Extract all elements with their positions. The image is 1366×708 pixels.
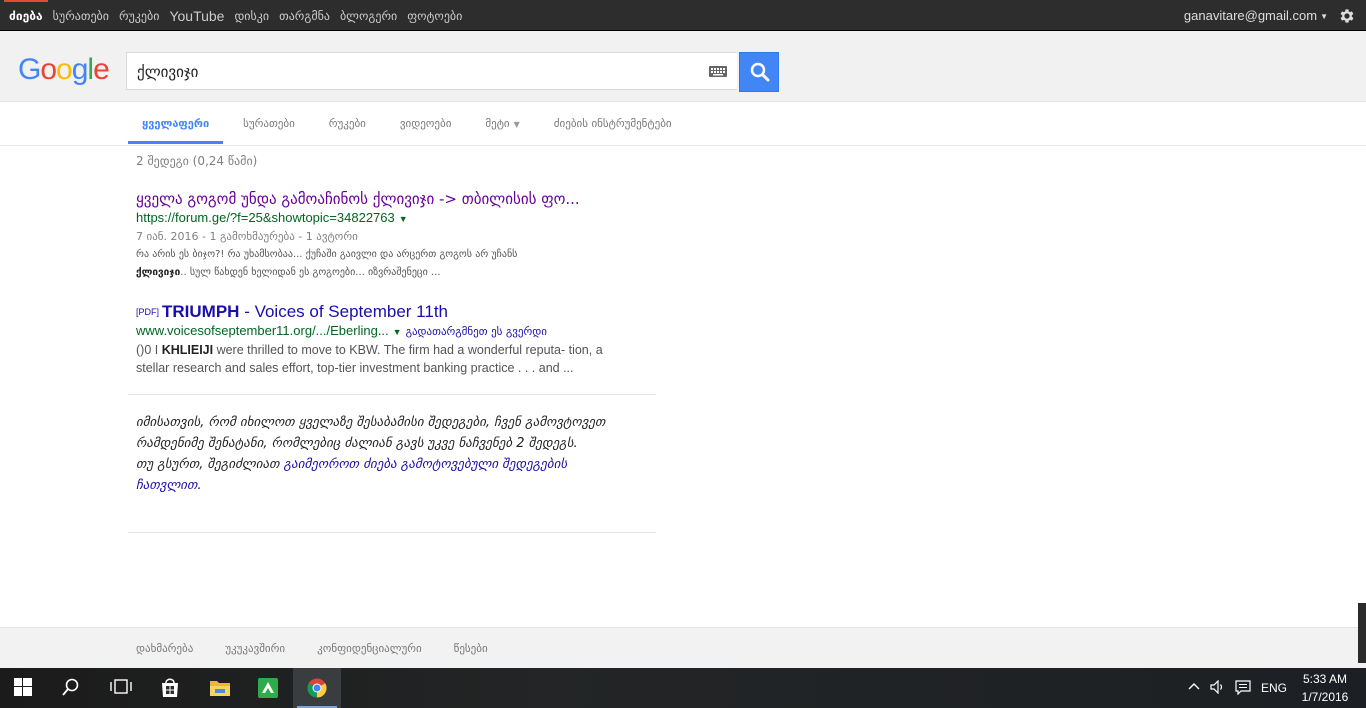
chevron-up-icon[interactable] [1188, 682, 1200, 690]
search-icon [62, 678, 79, 696]
result-url: www.voicesofseptember11.org/.../Eberling… [136, 322, 656, 341]
logo-letter: G [18, 53, 41, 86]
task-view-button[interactable] [96, 668, 144, 708]
search-input[interactable] [135, 59, 699, 85]
snippet-text: were thrilled to move to KBW. The firm h… [213, 343, 603, 357]
translate-page-link[interactable]: გადათარგმნეთ ეს გვერდი [406, 325, 547, 338]
chevron-down-icon: ▼ [1320, 11, 1328, 21]
snippet-text: stellar research and sales effort, top-t… [136, 361, 574, 375]
search-box [126, 52, 737, 90]
green-app-taskbar-button[interactable] [244, 668, 292, 708]
input-language[interactable]: ENG [1261, 681, 1287, 695]
clock-date: 1/7/2016 [1301, 690, 1349, 704]
result-title-link[interactable]: [PDF] TRIUMPH - Voices of September 11th [136, 302, 656, 322]
search-header: Google [0, 31, 1366, 102]
snippet-text: რა არის ეს ბიჯო?! რა უხამსობაა... ქუჩაში… [136, 249, 518, 260]
tab-maps[interactable]: რუკები [315, 102, 380, 144]
title-rest: - Voices of September 11th [239, 302, 448, 321]
search-tabs: ყველაფერი სურათები რუკები ვიდეოები მეტი ▼… [128, 102, 692, 144]
url-dropdown-arrow-icon[interactable]: ▼ [393, 327, 402, 337]
start-button[interactable] [0, 668, 48, 708]
tab-search-tools[interactable]: ძიების ინსტრუმენტები [540, 102, 686, 144]
app-link-translate[interactable]: თარგმნა [274, 0, 335, 30]
tab-all[interactable]: ყველაფერი [128, 102, 224, 144]
taskbar-clock[interactable]: 5:33 AM 1/7/2016 [1292, 670, 1358, 706]
divider [128, 532, 656, 533]
app-link-search[interactable]: ძიება [4, 0, 48, 30]
app-link-images[interactable]: სურათები [48, 0, 114, 30]
scrollbar[interactable] [1358, 603, 1366, 663]
app-link-blogger[interactable]: ბლოგერი [335, 0, 402, 30]
file-explorer-icon [210, 681, 230, 696]
google-logo[interactable]: Google [18, 53, 110, 87]
divider [128, 394, 656, 395]
search-icon [750, 62, 770, 82]
search-result: ყველა გოგომ უნდა გამოაჩინოს ქლივიჯი -> თ… [136, 189, 656, 282]
result-snippet: ()0 I KHLIEIJI were thrilled to move to … [136, 341, 656, 377]
apps-nav: ძიება სურათები რუკები YouTube დისკი თარგ… [4, 0, 467, 30]
result-snippet: რა არის ეს ბიჯო?! რა უხამსობაა... ქუჩაში… [136, 246, 656, 282]
tabs-divider [0, 145, 1366, 146]
file-explorer-taskbar-button[interactable] [195, 668, 243, 708]
logo-letter: g [71, 53, 89, 86]
result-title-link[interactable]: ყველა გოგომ უნდა გამოაჩინოს ქლივიჯი -> თ… [136, 189, 656, 209]
google-top-bar: ძიება სურათები რუკები YouTube დისკი თარგ… [0, 0, 1366, 31]
account-menu[interactable]: ganavitare@gmail.com ▼ [1184, 0, 1328, 33]
result-url-text: www.voicesofseptember11.org/.../Eberling… [136, 323, 389, 338]
title-bold: TRIUMPH [162, 302, 240, 321]
result-meta: 7 იან. 2016 - 1 გამოხმაურება - 1 ავტორი [136, 230, 358, 243]
chevron-down-icon: ▼ [513, 120, 520, 129]
snippet-highlight: KHLIEIJI [161, 343, 214, 357]
search-result: [PDF] TRIUMPH - Voices of September 11th … [136, 302, 656, 377]
result-url-text: https://forum.ge/?f=25&showtopic=3482276… [136, 210, 395, 225]
footer-link-privacy[interactable]: კონფიდენციალური [317, 628, 422, 670]
tab-more[interactable]: მეტი ▼ [471, 102, 533, 144]
chrome-icon [307, 678, 327, 698]
page-footer: დახმარება უკუკავშირი კონფიდენციალური წეს… [0, 627, 1366, 669]
logo-letter: o [56, 53, 73, 86]
pdf-tag: [PDF] [136, 307, 160, 317]
app-link-maps[interactable]: რუკები [114, 0, 164, 30]
chrome-taskbar-button[interactable] [293, 668, 341, 708]
tab-more-label: მეტი [485, 117, 510, 130]
omitted-text: იმისათვის, რომ იხილოთ ყველაზე შესაბამისი… [136, 415, 606, 451]
snippet-text: .. სულ წახდენ ხელიდან ეს გოგოები... იზვრ… [180, 267, 441, 278]
search-button[interactable] [739, 52, 779, 92]
taskbar-search-button[interactable] [48, 668, 96, 708]
windows-start-icon [14, 678, 32, 696]
footer-link-terms[interactable]: წესები [454, 628, 488, 670]
logo-letter: e [93, 53, 110, 86]
url-dropdown-arrow-icon[interactable]: ▼ [399, 214, 408, 224]
action-center-icon[interactable] [1235, 680, 1251, 695]
app-link-drive[interactable]: დისკი [229, 0, 274, 30]
footer-link-help[interactable]: დახმარება [136, 628, 193, 670]
keyboard-icon[interactable] [709, 66, 727, 77]
store-icon [162, 678, 178, 697]
omitted-results-notice: იმისათვის, რომ იხილოთ ყველაზე შესაბამისი… [136, 412, 636, 496]
account-email: ganavitare@gmail.com [1183, 8, 1318, 23]
tab-videos[interactable]: ვიდეოები [386, 102, 466, 144]
snippet-text: ()0 I [136, 343, 162, 357]
result-url: https://forum.ge/?f=25&showtopic=3482276… [136, 209, 656, 228]
green-app-icon [258, 678, 278, 698]
snippet-highlight: ქლივიჯი [136, 267, 181, 278]
omitted-text: თუ გსურთ, შეგიძლიათ [136, 457, 284, 472]
app-link-youtube[interactable]: YouTube [164, 0, 229, 30]
volume-icon[interactable] [1210, 680, 1226, 694]
gear-icon[interactable] [1338, 7, 1356, 25]
app-link-photos[interactable]: ფოტოები [402, 0, 467, 30]
store-taskbar-button[interactable] [146, 668, 194, 708]
result-stats: 2 შედეგი (0,24 წამი) [136, 154, 258, 168]
task-view-icon [110, 679, 132, 694]
tab-images[interactable]: სურათები [229, 102, 309, 144]
footer-link-feedback[interactable]: უკუკავშირი [225, 628, 285, 670]
clock-time: 5:33 AM [1302, 672, 1348, 686]
windows-taskbar: ENG 5:33 AM 1/7/2016 [0, 668, 1366, 708]
logo-letter: o [40, 53, 57, 86]
